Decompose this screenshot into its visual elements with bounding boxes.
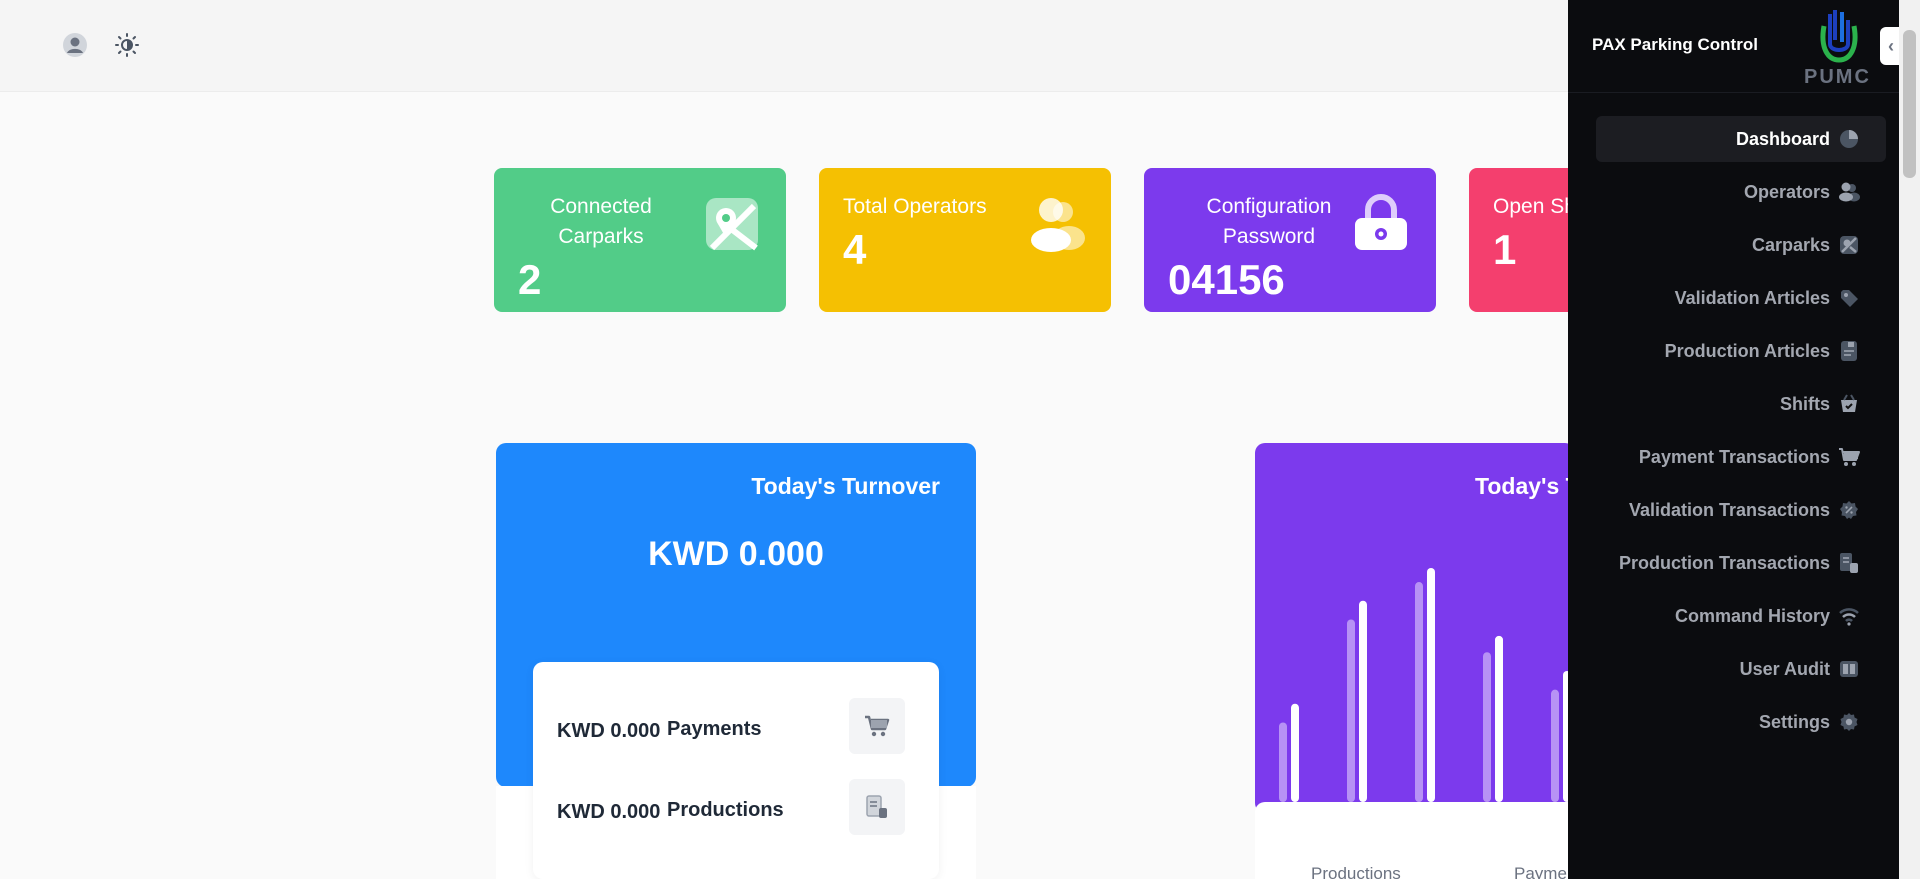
- turnover-amount: KWD 0.000: [648, 535, 824, 573]
- sidebar-item-label: Operators: [1743, 181, 1830, 202]
- sidebar-item-settings[interactable]: Settings: [1596, 699, 1886, 745]
- book-icon: [1838, 658, 1860, 680]
- sidebar-item-carparks[interactable]: Carparks: [1596, 222, 1886, 268]
- pie-chart-icon: [1838, 128, 1860, 150]
- sidebar-item-label: Carparks: [1751, 234, 1830, 255]
- pumc-logo-icon: [1816, 8, 1862, 71]
- map-icon: [1838, 234, 1860, 256]
- stat-label: Total Operators: [843, 195, 987, 218]
- map-icon: [704, 196, 760, 257]
- sidebar-item-user-audit[interactable]: User Audit: [1596, 646, 1886, 692]
- todays-transactions-panel: Today's T: [1255, 443, 1575, 813]
- chart-bar-primary: [1291, 703, 1299, 802]
- sidebar-item-validation-transactions[interactable]: Validation Transactions: [1596, 487, 1886, 533]
- payments-label: Payments: [667, 718, 762, 740]
- sidebar-item-label: User Audit: [1739, 658, 1830, 679]
- chart-bar-secondary: [1483, 652, 1491, 802]
- sidebar-item-production-transactions[interactable]: Production Transactions: [1596, 540, 1886, 586]
- sidebar-item-shifts[interactable]: Shifts: [1596, 381, 1886, 427]
- stat-card-connected-carparks[interactable]: Connected Carparks 2: [494, 168, 786, 312]
- turnover-title: Today's Turnover: [751, 473, 940, 499]
- sidebar: PAX Parking Control PUMC Dashboard Operat…: [1568, 0, 1899, 879]
- sun-icon[interactable]: [114, 32, 140, 58]
- chart-bar-secondary: [1551, 689, 1559, 802]
- sidebar-item-dashboard[interactable]: Dashboard: [1596, 116, 1886, 162]
- stat-label: Open Sh: [1493, 195, 1576, 218]
- sidebar-item-validation-articles[interactable]: Validation Articles: [1596, 275, 1886, 321]
- chart-bar-secondary: [1415, 582, 1423, 802]
- sidebar-item-label: Settings: [1758, 711, 1830, 732]
- document-icon: [849, 779, 905, 835]
- chart-bar-secondary: [1347, 619, 1355, 802]
- lock-icon: [1352, 194, 1410, 257]
- productions-label: Productions: [667, 799, 784, 821]
- chart-bar-primary: [1359, 600, 1367, 802]
- scroll-thumb[interactable]: [1903, 30, 1916, 178]
- sidebar-item-label: Shifts: [1779, 393, 1830, 414]
- basket-icon: [1838, 393, 1860, 415]
- sidebar-item-label: Production Transactions: [1618, 552, 1830, 573]
- chevron-left-icon: ‹: [1888, 35, 1894, 56]
- divider: [1568, 92, 1899, 93]
- cart-icon: [849, 698, 905, 754]
- stat-label: Configuration Password: [1206, 195, 1332, 248]
- brand-title: PAX Parking Control: [1592, 35, 1758, 54]
- receipt-icon: [1838, 552, 1860, 574]
- stat-card-configuration-password[interactable]: Configuration Password 04156: [1144, 168, 1436, 312]
- turnover-breakdown-card: KWD 0.000 Payments KWD 0.000 Productions: [533, 662, 939, 879]
- sidebar-item-label: Command History: [1674, 605, 1830, 626]
- stat-label: Connected Carparks: [550, 195, 652, 248]
- sidebar-item-production-articles[interactable]: Production Articles: [1596, 328, 1886, 374]
- stat-value: 1: [1493, 226, 1517, 273]
- stat-value: 2: [518, 256, 542, 303]
- sidebar-item-operators[interactable]: Operators: [1596, 169, 1886, 215]
- chart-bar-primary: [1427, 568, 1435, 802]
- stat-value: 4: [843, 226, 867, 273]
- users-icon: [1027, 196, 1087, 257]
- logo-text: PUMC: [1804, 66, 1871, 88]
- sidebar-item-command-history[interactable]: Command History: [1596, 593, 1886, 639]
- badge-percent-icon: [1838, 499, 1860, 521]
- chart-bar-primary: [1495, 635, 1503, 802]
- sidebar-item-label: Production Articles: [1664, 340, 1830, 361]
- scrollbar[interactable]: [1899, 0, 1920, 879]
- productions-amount: KWD 0.000: [557, 801, 661, 823]
- gear-icon: [1838, 711, 1860, 733]
- axis-label-productions: Productions: [1311, 864, 1401, 879]
- transactions-bar-chart: [1279, 568, 1571, 802]
- payments-amount: KWD 0.000: [557, 720, 661, 742]
- cart-icon: [1838, 446, 1860, 468]
- sidebar-item-label: Validation Transactions: [1628, 499, 1830, 520]
- chart-bar-secondary: [1279, 722, 1287, 802]
- productions-row: KWD 0.000 Productions: [557, 779, 917, 837]
- stat-value: 04156: [1168, 256, 1285, 303]
- sidebar-item-label: Validation Articles: [1674, 287, 1830, 308]
- stat-card-total-operators[interactable]: Total Operators 4: [819, 168, 1111, 312]
- users-icon: [1838, 181, 1860, 203]
- document-icon: [1838, 340, 1860, 362]
- tag-icon: [1838, 287, 1860, 309]
- user-icon[interactable]: [62, 32, 88, 58]
- sidebar-item-label: Payment Transactions: [1638, 446, 1830, 467]
- top-bar: [0, 0, 1568, 92]
- sidebar-item-label: Dashboard: [1735, 128, 1830, 149]
- sidebar-item-payment-transactions[interactable]: Payment Transactions: [1596, 434, 1886, 480]
- axis-label-payments: Payme: [1514, 864, 1567, 879]
- payments-row: KWD 0.000 Payments: [557, 698, 917, 756]
- wifi-icon: [1838, 605, 1860, 627]
